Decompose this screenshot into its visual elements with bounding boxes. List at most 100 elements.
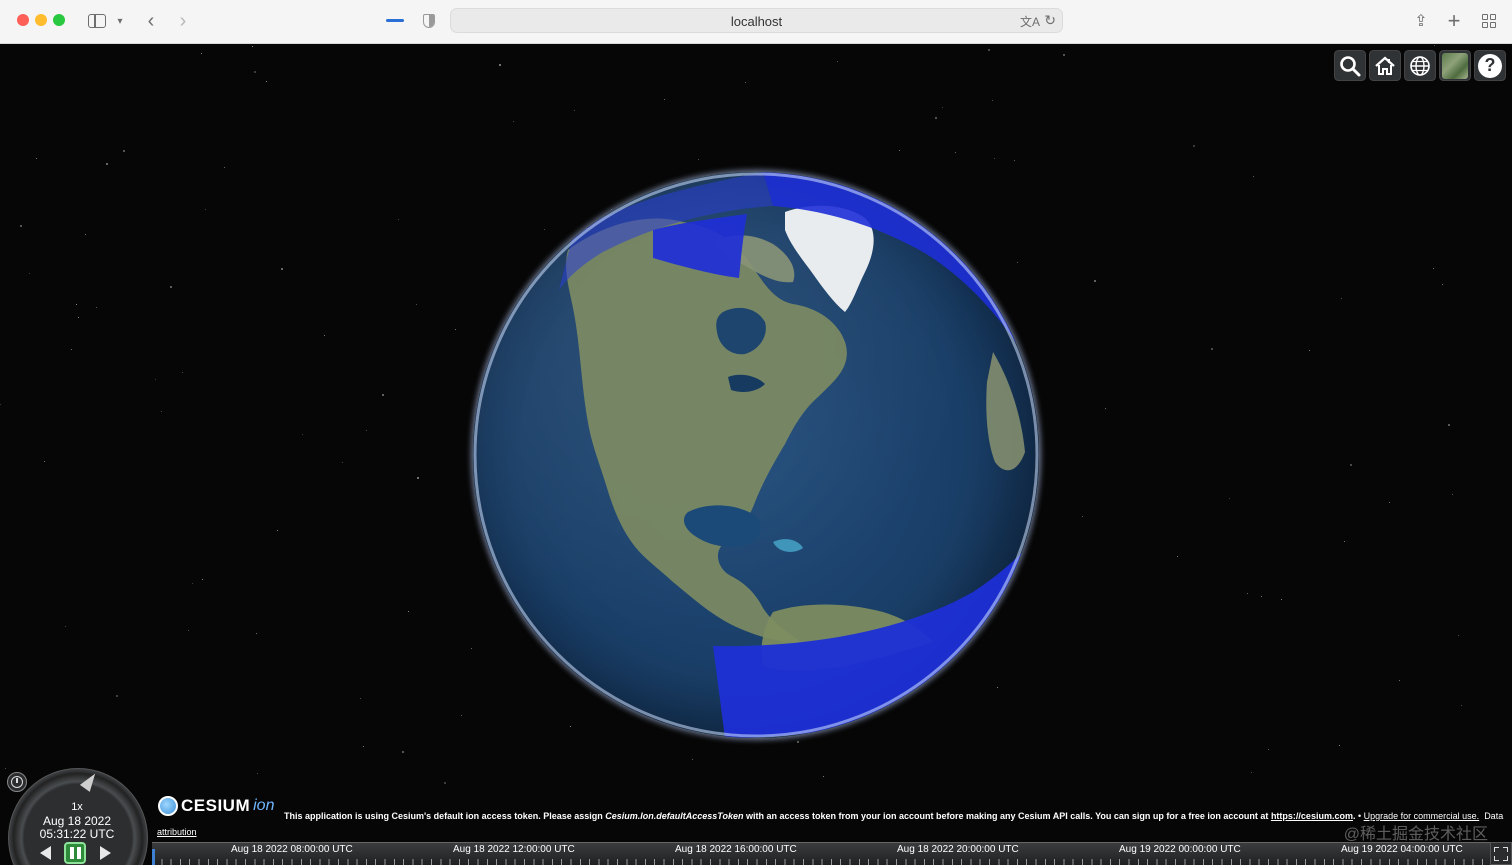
star [1399,680,1400,681]
home-view-button[interactable] [1369,50,1401,81]
pause-button[interactable] [64,842,86,864]
star [116,695,118,697]
pause-icon [69,847,81,859]
timeline[interactable]: Aug 18 2022 08:00:00 UTC Aug 18 2022 12:… [152,842,1490,865]
star [20,225,22,227]
star [408,611,409,612]
bahamas-shallows [773,539,803,552]
star [1461,705,1462,706]
star [444,782,446,784]
star [1082,516,1083,517]
minimize-window-button[interactable] [35,14,47,26]
star [254,71,256,73]
address-bar[interactable]: localhost 文A ↻ [450,8,1063,33]
privacy-report-button[interactable] [421,8,437,34]
star [416,304,417,305]
timeline-tick-label: Aug 18 2022 08:00:00 UTC [231,844,353,855]
cesium-toolbar: ? [1334,50,1506,81]
back-button[interactable]: ‹ [142,8,160,34]
star [1448,424,1450,426]
browser-toolbar: ▾ ‹ › localhost 文A ↻ ⇪ + [0,0,1512,44]
cesium-logo-suffix: ion [253,797,275,814]
star [1014,160,1015,161]
star [1458,635,1459,636]
chevron-left-icon: ‹ [147,9,155,32]
star [402,751,404,753]
timeline-tick-label: Aug 19 2022 04:00:00 UTC [1341,844,1463,855]
star [29,273,30,274]
share-button[interactable]: ⇪ [1412,8,1430,34]
zoom-window-button[interactable] [53,14,65,26]
star [324,335,325,336]
page-loading-indicator [386,19,404,22]
star [266,81,267,82]
scene-mode-button[interactable] [1404,50,1436,81]
star [252,46,253,47]
star [71,349,72,350]
star [106,163,108,165]
star [745,82,746,83]
star [988,49,990,51]
sidebar-toggle-button[interactable] [86,8,108,34]
star [36,158,37,159]
search-icon [1340,55,1361,76]
chevron-right-icon: › [179,9,187,32]
star [471,648,472,649]
star [382,394,384,396]
star [499,64,501,66]
star [44,461,45,462]
timeline-current-marker[interactable] [152,849,155,865]
notice-text-part2: with an access token from your ion accou… [743,811,1271,821]
cesium-ion-logo[interactable]: CESIUM ion [158,796,274,816]
sidebar-icon [88,14,106,28]
star [224,167,225,168]
globe[interactable] [473,172,1039,738]
attribution-link[interactable]: attribution [157,827,197,837]
star [360,698,361,699]
animation-date: Aug 18 2022 [42,814,112,828]
navigation-help-button[interactable]: ? [1474,50,1506,81]
play-reverse-button[interactable] [34,842,56,864]
star [78,317,79,318]
star [188,630,189,631]
star [574,110,575,111]
realtime-clock-button[interactable] [7,772,27,792]
cesium-logo-icon [158,796,178,816]
star [277,530,278,531]
new-tab-button[interactable]: + [1445,8,1463,34]
play-forward-button[interactable] [94,842,116,864]
star [1341,298,1342,299]
star [1433,268,1434,269]
play-reverse-icon [39,846,51,860]
star [1094,280,1096,282]
chevron-down-icon[interactable]: ▾ [114,8,126,34]
star [992,100,993,101]
forward-button[interactable]: › [174,8,192,34]
star [85,234,86,235]
notice-text-part1: This application is using Cesium's defau… [284,811,606,821]
star [664,99,665,100]
fullscreen-button[interactable] [1490,842,1512,865]
timeline-tick-label: Aug 19 2022 00:00:00 UTC [1119,844,1241,855]
reload-icon[interactable]: ↻ [1044,12,1056,29]
help-icon: ? [1478,53,1502,78]
star [1350,464,1352,466]
cesium-signup-link[interactable]: https://cesium.com [1271,811,1353,821]
home-icon [1375,56,1395,75]
translate-icon[interactable]: 文A [1020,13,1040,30]
close-window-button[interactable] [17,14,29,26]
play-icon [99,846,111,860]
europe-africa-limb [986,352,1025,471]
plus-icon: + [1447,8,1461,33]
star [1261,596,1262,597]
geocoder-search-button[interactable] [1334,50,1366,81]
base-layer-picker-button[interactable] [1439,50,1471,81]
star [1063,54,1065,56]
star [1434,45,1435,46]
star [123,150,125,152]
star [994,158,995,159]
cesium-viewer[interactable]: ? 1x Aug 18 2022 05:31:22 UTC CESIUM ion… [0,44,1512,865]
star [65,626,66,627]
notice-code: Cesium.Ion.defaultAccessToken [605,811,744,821]
tab-overview-button[interactable] [1480,8,1498,34]
